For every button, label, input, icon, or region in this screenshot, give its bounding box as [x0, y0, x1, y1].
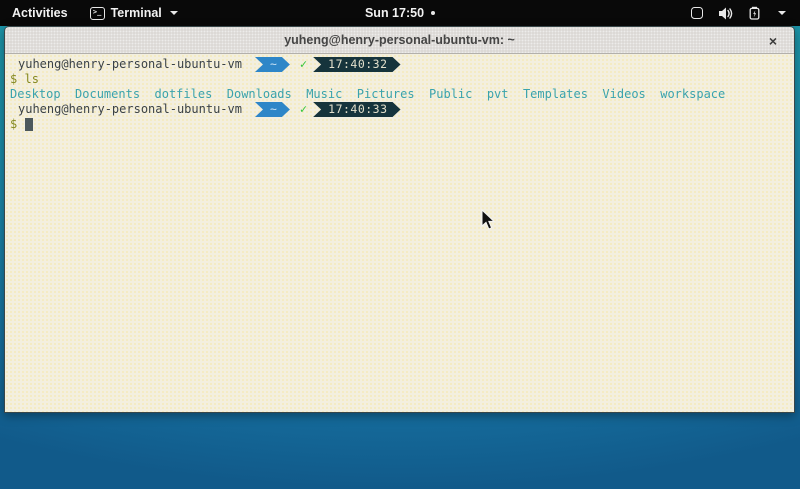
prompt-line-2: yuheng@henry-personal-ubuntu-vm ~ ✓ 17:4… [10, 102, 794, 117]
chevron-down-icon [170, 11, 178, 15]
prompt-line-1: yuheng@henry-personal-ubuntu-vm ~ ✓ 17:4… [10, 57, 794, 72]
prompt-symbol: $ [10, 117, 17, 132]
app-menu-terminal[interactable]: >_ Terminal [80, 0, 188, 26]
clock-button[interactable]: Sun 17:50 [365, 6, 424, 20]
terminal-icon: >_ [90, 7, 105, 20]
terminal-window: yuheng@henry-personal-ubuntu-vm: ~ × yuh… [4, 26, 795, 413]
prompt-time-segment: 17:40:33 [313, 102, 400, 117]
prompt-symbol: $ [10, 72, 17, 87]
mouse-cursor [481, 209, 496, 231]
prompt-path-segment: ~ [255, 57, 290, 72]
prompt-time-segment: 17:40:32 [313, 57, 400, 72]
status-check-icon: ✓ [300, 102, 307, 117]
battery-charging-icon [748, 6, 761, 20]
prompt-user-host: yuheng@henry-personal-ubuntu-vm [10, 102, 242, 117]
window-title: yuheng@henry-personal-ubuntu-vm: ~ [284, 33, 515, 47]
terminal-cursor [25, 118, 33, 131]
terminal-content[interactable]: yuheng@henry-personal-ubuntu-vm ~ ✓ 17:4… [5, 54, 794, 412]
prompt-path-segment: ~ [255, 102, 290, 117]
input-line[interactable]: $ [10, 117, 794, 132]
chevron-down-icon [778, 11, 786, 15]
volume-icon [718, 7, 733, 20]
activities-button[interactable]: Activities [0, 0, 80, 26]
command-line: $ ls [10, 72, 794, 87]
status-check-icon: ✓ [300, 57, 307, 72]
top-bar: Activities >_ Terminal Sun 17:50 [0, 0, 800, 26]
app-menu-label: Terminal [111, 6, 162, 20]
screen-icon [691, 7, 703, 19]
prompt-user-host: yuheng@henry-personal-ubuntu-vm [10, 57, 242, 72]
close-button[interactable]: × [762, 27, 784, 54]
ls-output: Desktop Documents dotfiles Downloads Mus… [10, 87, 794, 102]
system-tray[interactable] [677, 0, 800, 26]
window-titlebar[interactable]: yuheng@henry-personal-ubuntu-vm: ~ × [5, 27, 794, 54]
typed-command: ls [24, 72, 38, 87]
notification-dot-icon [431, 11, 435, 15]
